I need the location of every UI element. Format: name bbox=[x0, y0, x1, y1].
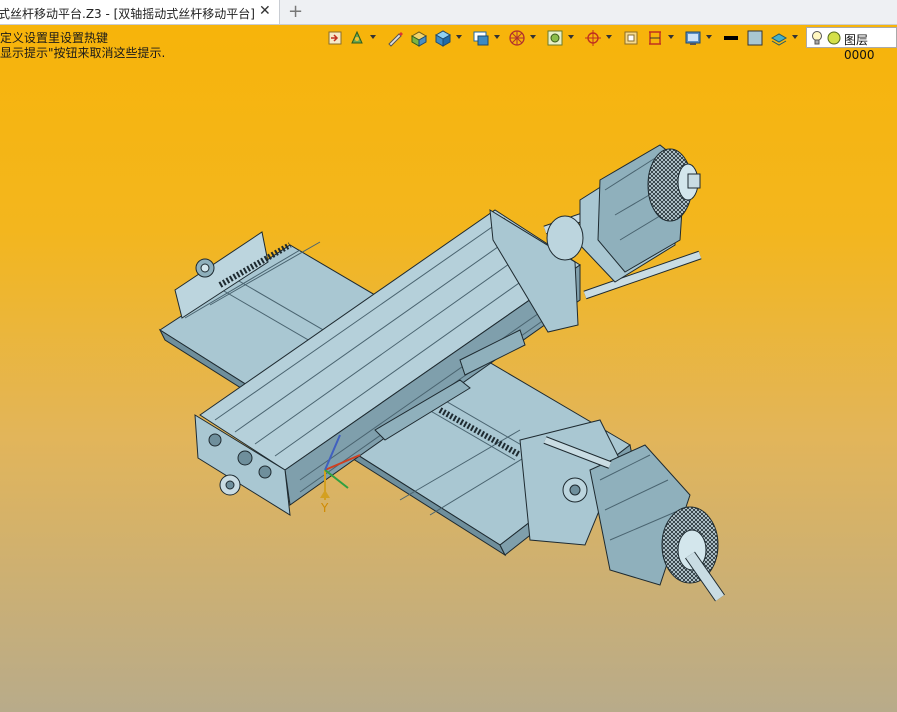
axis-y-label: Y bbox=[320, 501, 329, 515]
cad-model-view[interactable]: Y bbox=[0, 0, 897, 712]
